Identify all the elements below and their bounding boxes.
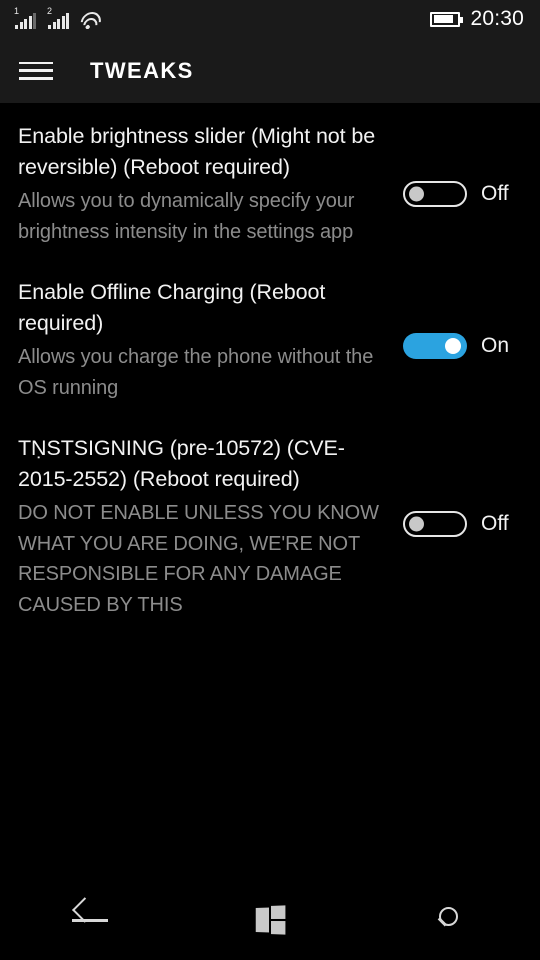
windows-logo-icon <box>255 905 286 935</box>
setting-control: Off <box>403 511 540 537</box>
setting-title: TṆSTSIGNING (pre-10572) (CVE-2015-2552) … <box>18 436 345 491</box>
sim2-label: 2 <box>47 6 53 16</box>
setting-row-brightness-slider: Enable brightness slider (Might not be r… <box>0 121 540 247</box>
back-button[interactable] <box>0 880 180 960</box>
toggle-brightness-slider[interactable] <box>403 181 467 207</box>
page-title: TWEAKS <box>90 57 194 83</box>
search-button[interactable] <box>360 880 540 960</box>
toggle-state-label: Off <box>481 182 509 205</box>
status-bar: 1 2 20:30 <box>0 0 540 38</box>
status-bar-left: 1 2 <box>14 6 104 29</box>
wifi-icon <box>78 12 104 29</box>
toggle-offline-charging[interactable] <box>403 333 467 359</box>
status-bar-right: 20:30 <box>430 7 524 31</box>
app-header: TWEAKS <box>0 38 540 103</box>
sim2-signal-icon: 2 <box>47 6 69 29</box>
sim1-signal-icon: 1 <box>14 6 36 29</box>
setting-text: Enable brightness slider (Might not be r… <box>18 121 393 247</box>
search-icon <box>435 905 465 935</box>
setting-description: DO NOT ENABLE UNLESS YOU KNOW WHAT YOU A… <box>18 502 379 616</box>
toggle-testsigning[interactable] <box>403 511 467 537</box>
setting-row-offline-charging: Enable Offline Charging (Reboot required… <box>0 277 540 403</box>
toggle-knob <box>409 516 424 532</box>
sim1-label: 1 <box>14 6 20 16</box>
setting-row-testsigning: TṆSTSIGNING (pre-10572) (CVE-2015-2552) … <box>0 433 540 620</box>
setting-control: Off <box>403 181 540 207</box>
status-clock: 20:30 <box>470 7 524 30</box>
battery-icon <box>430 11 464 27</box>
setting-title: Enable Offline Charging (Reboot required… <box>18 280 326 335</box>
hamburger-menu-icon[interactable] <box>19 59 53 83</box>
setting-control: On <box>403 333 540 359</box>
toggle-knob <box>445 338 461 354</box>
setting-description: Allows you charge the phone without the … <box>18 346 374 399</box>
setting-description: Allows you to dynamically specify your b… <box>18 190 355 243</box>
navigation-bar <box>0 880 540 960</box>
setting-text: Enable Offline Charging (Reboot required… <box>18 277 393 403</box>
setting-text: TṆSTSIGNING (pre-10572) (CVE-2015-2552) … <box>18 433 393 620</box>
toggle-state-label: Off <box>481 512 509 535</box>
start-button[interactable] <box>180 880 360 960</box>
back-arrow-icon <box>71 897 109 935</box>
phone-screen: 1 2 20:30 TWEAKS Enable brightness slide… <box>0 0 540 960</box>
toggle-state-label: On <box>481 334 510 357</box>
settings-list: Enable brightness slider (Might not be r… <box>0 103 540 880</box>
toggle-knob <box>409 186 424 202</box>
setting-title: Enable brightness slider (Might not be r… <box>18 124 376 179</box>
